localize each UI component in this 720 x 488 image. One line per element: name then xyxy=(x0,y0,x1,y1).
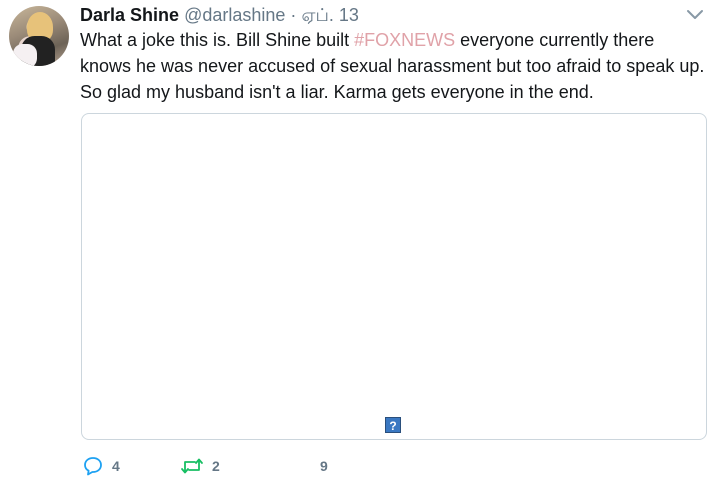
retweet-icon xyxy=(180,455,204,477)
separator-dot: · xyxy=(290,5,297,25)
retweet-button[interactable]: 2 xyxy=(180,454,220,478)
tweet-date[interactable]: ஏப். 13 xyxy=(301,5,358,25)
tweet-header: Darla Shine @darlashine · ஏப். 13 xyxy=(80,3,359,27)
avatar-skirt xyxy=(13,44,37,66)
heart-icon xyxy=(290,455,312,477)
broken-image-icon: ? xyxy=(385,417,401,433)
reply-button[interactable]: 4 xyxy=(82,454,120,478)
chevron-down-icon[interactable] xyxy=(684,6,706,24)
like-button[interactable]: 9 xyxy=(290,454,328,478)
tweet-text-before: What a joke this is. Bill Shine built xyxy=(80,30,355,50)
tweet[interactable]: Darla Shine @darlashine · ஏப். 13 What a… xyxy=(0,0,720,488)
reply-count: 4 xyxy=(112,458,120,474)
reply-icon xyxy=(82,455,104,477)
hashtag-link[interactable]: #FOXNEWS xyxy=(354,30,455,50)
avatar[interactable] xyxy=(9,6,69,66)
like-count: 9 xyxy=(320,458,328,474)
tweet-text: What a joke this is. Bill Shine built #F… xyxy=(80,27,705,105)
media-container[interactable]: ? xyxy=(81,113,707,440)
retweet-count: 2 xyxy=(212,458,220,474)
author-handle[interactable]: @darlashine xyxy=(184,5,285,25)
author-name[interactable]: Darla Shine xyxy=(80,5,179,25)
